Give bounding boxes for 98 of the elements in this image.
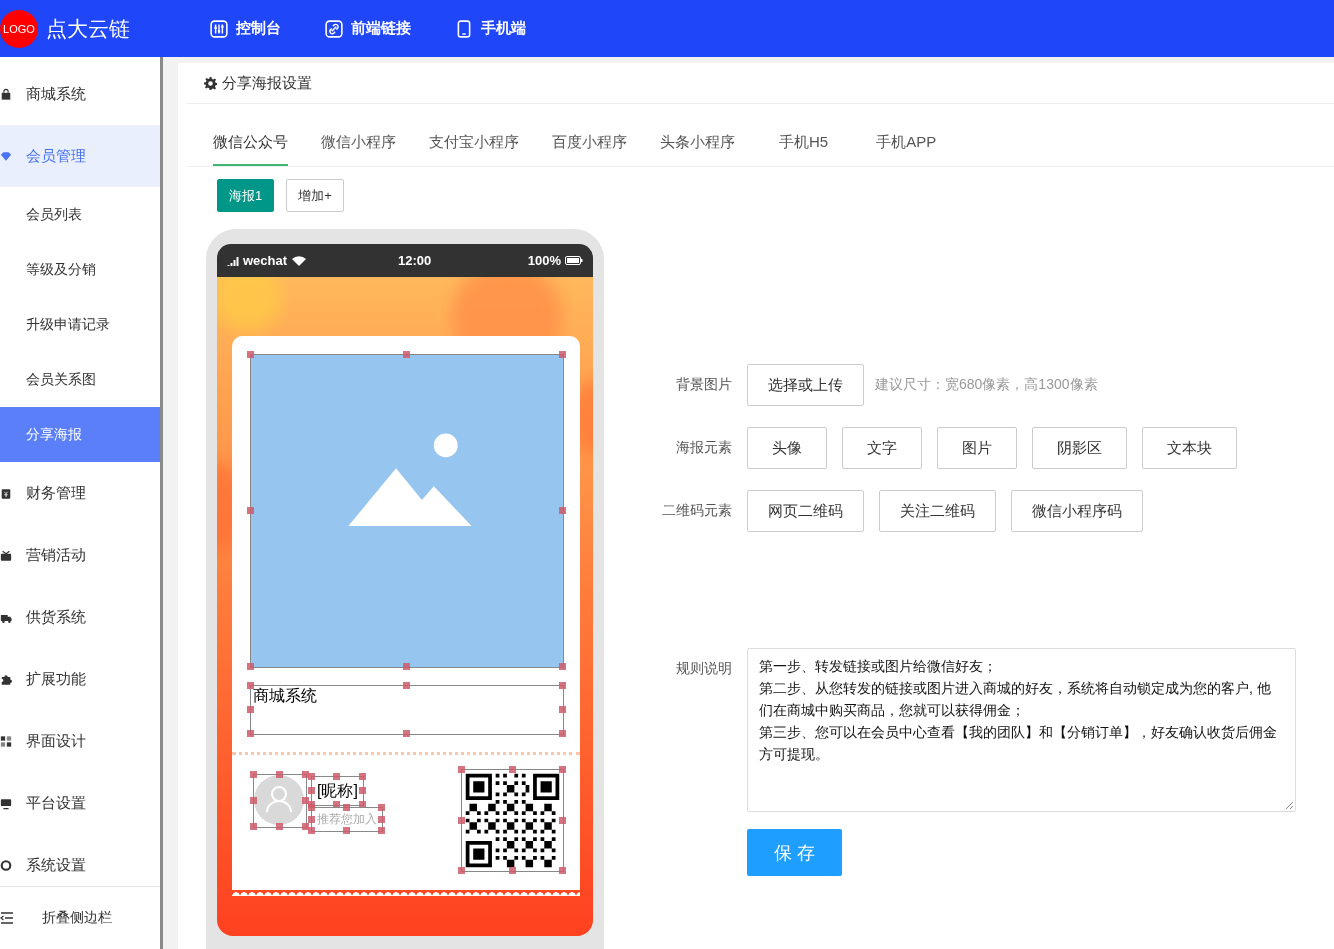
sidebar-item[interactable]: 升级申请记录 bbox=[0, 297, 160, 352]
page-title: 分享海报设置 bbox=[222, 73, 312, 93]
resize-handle[interactable] bbox=[250, 797, 257, 804]
resize-handle[interactable] bbox=[559, 663, 566, 670]
gem-icon bbox=[0, 149, 12, 163]
tab[interactable]: 微信公众号 bbox=[213, 120, 288, 166]
field-label: 二维码元素 bbox=[661, 502, 732, 520]
add-element-button[interactable]: 头像 bbox=[747, 427, 827, 469]
resize-grip-icon bbox=[1285, 801, 1293, 809]
add-element-button[interactable]: 文字 bbox=[842, 427, 922, 469]
tab[interactable]: 百度小程序 bbox=[552, 120, 627, 166]
resize-handle[interactable] bbox=[247, 663, 254, 670]
puzzle-icon bbox=[0, 672, 12, 686]
resize-handle[interactable] bbox=[247, 351, 254, 358]
resize-handle[interactable] bbox=[247, 507, 254, 514]
sidebar-item[interactable]: 分享海报 bbox=[0, 407, 160, 462]
rule-line: 第一步、转发链接或图片给微信好友； bbox=[759, 657, 998, 676]
add-qrcode-button[interactable]: 网页二维码 bbox=[747, 490, 864, 532]
poster-tab[interactable]: 海报1 bbox=[217, 179, 275, 212]
add-element-button[interactable]: 阴影区 bbox=[1032, 427, 1127, 469]
resize-handle[interactable] bbox=[247, 730, 254, 737]
sidebar-item[interactable]: 会员列表 bbox=[0, 187, 160, 242]
sidebar-item[interactable]: 商城系统 bbox=[0, 63, 160, 125]
add-element-button[interactable]: 图片 bbox=[937, 427, 1017, 469]
resize-handle[interactable] bbox=[403, 663, 410, 670]
resize-handle[interactable] bbox=[508, 867, 516, 874]
size-hint: 建议尺寸：宽680像素，高1300像素 bbox=[875, 376, 1098, 394]
resize-handle[interactable] bbox=[559, 867, 566, 874]
tab[interactable]: 支付宝小程序 bbox=[429, 120, 519, 166]
tab[interactable]: 手机H5 bbox=[779, 120, 829, 166]
clock-time: 12:00 bbox=[398, 253, 432, 268]
resize-handle[interactable] bbox=[559, 766, 566, 773]
logo: LOGO bbox=[0, 9, 38, 48]
rule-line: 第三步、您可以在会员中心查看【我的团队】和【分销订单】，好友确认收货后佣金方可提现。 bbox=[759, 723, 1278, 764]
resize-handle[interactable] bbox=[250, 823, 257, 830]
sidebar-item[interactable]: 营销活动 bbox=[0, 524, 160, 586]
tab[interactable]: 手机APP bbox=[876, 120, 937, 166]
sidebar-item[interactable]: 供货系统 bbox=[0, 586, 160, 648]
resize-handle[interactable] bbox=[559, 706, 566, 713]
resize-handle[interactable] bbox=[458, 766, 465, 773]
nav-link[interactable]: 手机端 bbox=[455, 19, 526, 38]
monitor-icon bbox=[0, 796, 12, 810]
collapse-sidebar-button[interactable]: 折叠侧边栏 bbox=[0, 886, 160, 949]
carrier-name: wechat bbox=[243, 253, 288, 268]
nickname-text: [昵称] bbox=[317, 782, 358, 799]
resize-handle[interactable] bbox=[458, 816, 465, 824]
resize-handle[interactable] bbox=[250, 771, 257, 778]
rule-line: 第二步、从您转发的链接或图片进入商城的好友，系统将自动锁定成为您的客户, 他们在商城中购买商品，您就可以获得佣金； bbox=[759, 679, 1272, 720]
resize-handle[interactable] bbox=[559, 682, 566, 689]
sidebar-item[interactable]: 会员管理 bbox=[0, 125, 160, 187]
phone-icon bbox=[455, 19, 473, 38]
resize-handle[interactable] bbox=[403, 730, 410, 737]
resize-handle[interactable] bbox=[458, 867, 465, 874]
sidebar-item[interactable]: 会员关系图 bbox=[0, 352, 160, 407]
resize-handle[interactable] bbox=[333, 773, 341, 780]
poster-text: 商城系统 bbox=[253, 686, 317, 706]
wifi-icon bbox=[292, 255, 307, 266]
field-label: 规则说明 bbox=[675, 659, 732, 678]
sliders-icon bbox=[210, 19, 228, 38]
upload-button[interactable]: 选择或上传 bbox=[747, 364, 864, 406]
resize-handle[interactable] bbox=[559, 730, 566, 737]
resize-handle[interactable] bbox=[276, 823, 283, 830]
battery-percent: 100% bbox=[527, 253, 561, 268]
brand-name: 点大云链 bbox=[46, 15, 131, 42]
sidebar-item[interactable]: 扩展功能 bbox=[0, 648, 160, 710]
field-label: 海报元素 bbox=[675, 439, 732, 457]
tab[interactable]: 头条小程序 bbox=[660, 120, 735, 166]
resize-handle[interactable] bbox=[247, 706, 254, 713]
avatar-placeholder bbox=[254, 775, 304, 825]
resize-handle[interactable] bbox=[403, 682, 410, 689]
battery-icon bbox=[565, 256, 583, 265]
grid-icon bbox=[0, 734, 12, 748]
resize-handle[interactable] bbox=[559, 816, 566, 824]
nav-link[interactable]: 控制台 bbox=[210, 19, 281, 38]
sidebar-item[interactable]: 平台设置 bbox=[0, 772, 160, 834]
link-icon bbox=[325, 19, 343, 38]
add-element-button[interactable]: 文本块 bbox=[1142, 427, 1237, 469]
resize-handle[interactable] bbox=[276, 771, 283, 778]
add-qrcode-button[interactable]: 微信小程序码 bbox=[1011, 490, 1143, 532]
rules-textarea[interactable]: 第一步、转发链接或图片给微信好友； 第二步、从您转发的链接或图片进入商城的好友，系统将自动锁定成为您的客户, 他们在商城中购买商品，您就可以获得佣金； 第三步、您可以在会员中心查看【我的团队】和【分销订单】，好友确认收货后佣金方可提现。 bbox=[747, 648, 1296, 812]
invite-text: 推荐您加入 bbox=[317, 812, 377, 827]
signal-icon bbox=[227, 255, 240, 266]
sidebar-item[interactable]: 界面设计 bbox=[0, 710, 160, 772]
nav-link[interactable]: 前端链接 bbox=[325, 19, 411, 38]
resize-handle[interactable] bbox=[508, 766, 516, 773]
sidebar-item[interactable]: 等级及分销 bbox=[0, 242, 160, 297]
resize-handle[interactable] bbox=[559, 507, 566, 514]
field-label: 背景图片 bbox=[675, 376, 732, 394]
resize-handle[interactable] bbox=[343, 827, 350, 834]
add-poster-button[interactable]: 增加+ bbox=[286, 179, 344, 212]
sidebar-item[interactable]: 财务管理 bbox=[0, 462, 160, 524]
tab[interactable]: 微信小程序 bbox=[321, 120, 396, 166]
add-qrcode-button[interactable]: 关注二维码 bbox=[879, 490, 996, 532]
list-icon bbox=[0, 912, 14, 924]
sidebar-item[interactable]: 系统设置 bbox=[0, 834, 160, 886]
resize-handle[interactable] bbox=[403, 351, 410, 358]
resize-handle[interactable] bbox=[559, 351, 566, 358]
resize-handle[interactable] bbox=[247, 682, 254, 689]
